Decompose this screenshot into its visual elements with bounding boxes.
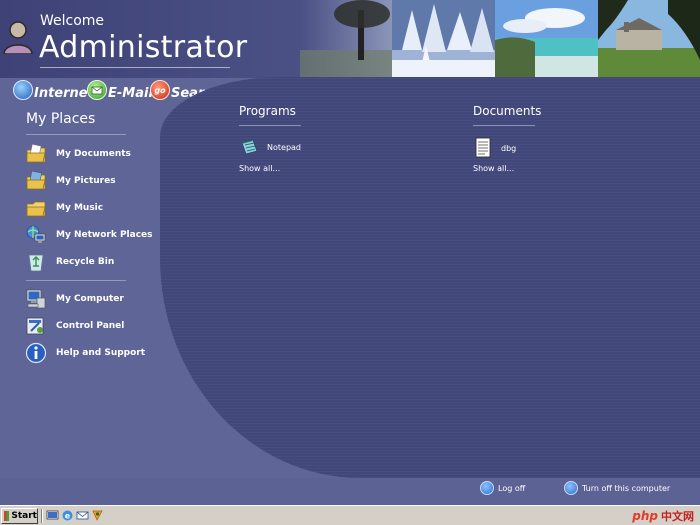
windows-flag-icon (4, 511, 10, 521)
network-places-icon (26, 225, 46, 243)
place-item-label: Control Panel (56, 321, 125, 331)
log-off-label: Log off (498, 483, 526, 493)
text-document-icon (475, 137, 491, 158)
document-item-dbg[interactable]: dbg (473, 137, 516, 159)
recycle-bin-icon (28, 254, 44, 272)
documents-divider (473, 125, 535, 126)
place-item-label: My Documents (56, 149, 131, 159)
quick-link-internet[interactable]: Internet (13, 78, 94, 102)
quick-link-label: Internet (34, 85, 94, 101)
programs-divider (239, 125, 301, 126)
svg-text:go: go (154, 86, 166, 95)
my-places-divider (26, 134, 126, 135)
documents-title: Documents (473, 104, 542, 118)
photo-tree-image (300, 0, 392, 78)
globe-icon (13, 80, 33, 100)
my-pictures-icon (26, 170, 46, 190)
place-item-my-network-places[interactable]: My Network Places (25, 223, 153, 247)
photo-snow-forest-image (392, 0, 495, 78)
place-item-my-documents[interactable]: My Documents (25, 142, 131, 166)
documents-show-all-link[interactable]: Show all... (473, 164, 514, 173)
quick-link-email[interactable]: E-Mail (87, 78, 153, 102)
start-label: Start (11, 511, 37, 521)
watermark-cjk: 中文网 (661, 510, 694, 523)
internet-explorer-icon[interactable]: e (61, 509, 74, 522)
welcome-label: Welcome (40, 13, 105, 29)
outlook-express-icon[interactable] (76, 509, 89, 522)
power-icon (564, 481, 578, 495)
place-item-recycle-bin[interactable]: Recycle Bin (25, 250, 114, 274)
programs-show-all-link[interactable]: Show all... (239, 164, 280, 173)
my-documents-icon (26, 143, 46, 163)
header-banner: Welcome Administrator (0, 0, 700, 78)
program-item-notepad[interactable]: Notepad (239, 137, 301, 157)
help-icon (25, 342, 47, 364)
media-player-icon[interactable] (91, 509, 104, 522)
system-divider (26, 280, 126, 281)
taskbar: Start e php 中文网 (0, 505, 700, 525)
header-photo-strip (300, 0, 700, 78)
turn-off-label: Turn off this computer (582, 483, 671, 493)
search-go-icon: go (150, 80, 170, 100)
header-divider (40, 67, 230, 68)
place-item-label: Help and Support (56, 348, 146, 358)
start-button[interactable]: Start (1, 508, 38, 524)
turn-off-button[interactable]: Turn off this computer (564, 481, 670, 495)
place-item-my-music[interactable]: My Music (25, 196, 103, 220)
log-off-icon (480, 481, 494, 495)
show-desktop-icon[interactable] (46, 509, 59, 522)
my-music-icon (26, 201, 46, 217)
place-item-label: My Computer (56, 294, 124, 304)
user-name: Administrator (39, 30, 248, 65)
place-item-my-pictures[interactable]: My Pictures (25, 169, 116, 193)
log-off-button[interactable]: Log off (480, 481, 525, 495)
programs-title: Programs (239, 104, 296, 118)
place-item-control-panel[interactable]: Control Panel (25, 314, 124, 338)
user-avatar-icon[interactable] (2, 20, 34, 54)
watermark-latin: php (632, 509, 658, 523)
place-item-help-support[interactable]: Help and Support (25, 341, 145, 365)
my-computer-icon (26, 289, 46, 309)
place-item-label: My Music (56, 203, 104, 213)
my-places-title: My Places (26, 111, 96, 127)
place-item-label: My Network Places (56, 230, 153, 240)
email-icon (87, 80, 107, 100)
notepad-icon (241, 139, 258, 155)
place-item-label: My Pictures (56, 176, 116, 186)
program-item-label: Notepad (267, 142, 301, 152)
svg-text:e: e (65, 512, 71, 521)
control-panel-icon (26, 317, 44, 335)
site-watermark: php 中文网 (632, 508, 694, 524)
quick-link-label: E-Mail (108, 85, 153, 101)
document-item-label: dbg (501, 143, 517, 153)
photo-beach-image (495, 0, 598, 78)
quick-launch-divider (41, 509, 43, 523)
photo-castle-image (598, 0, 700, 78)
place-item-my-computer[interactable]: My Computer (25, 287, 124, 311)
place-item-label: Recycle Bin (56, 257, 115, 267)
